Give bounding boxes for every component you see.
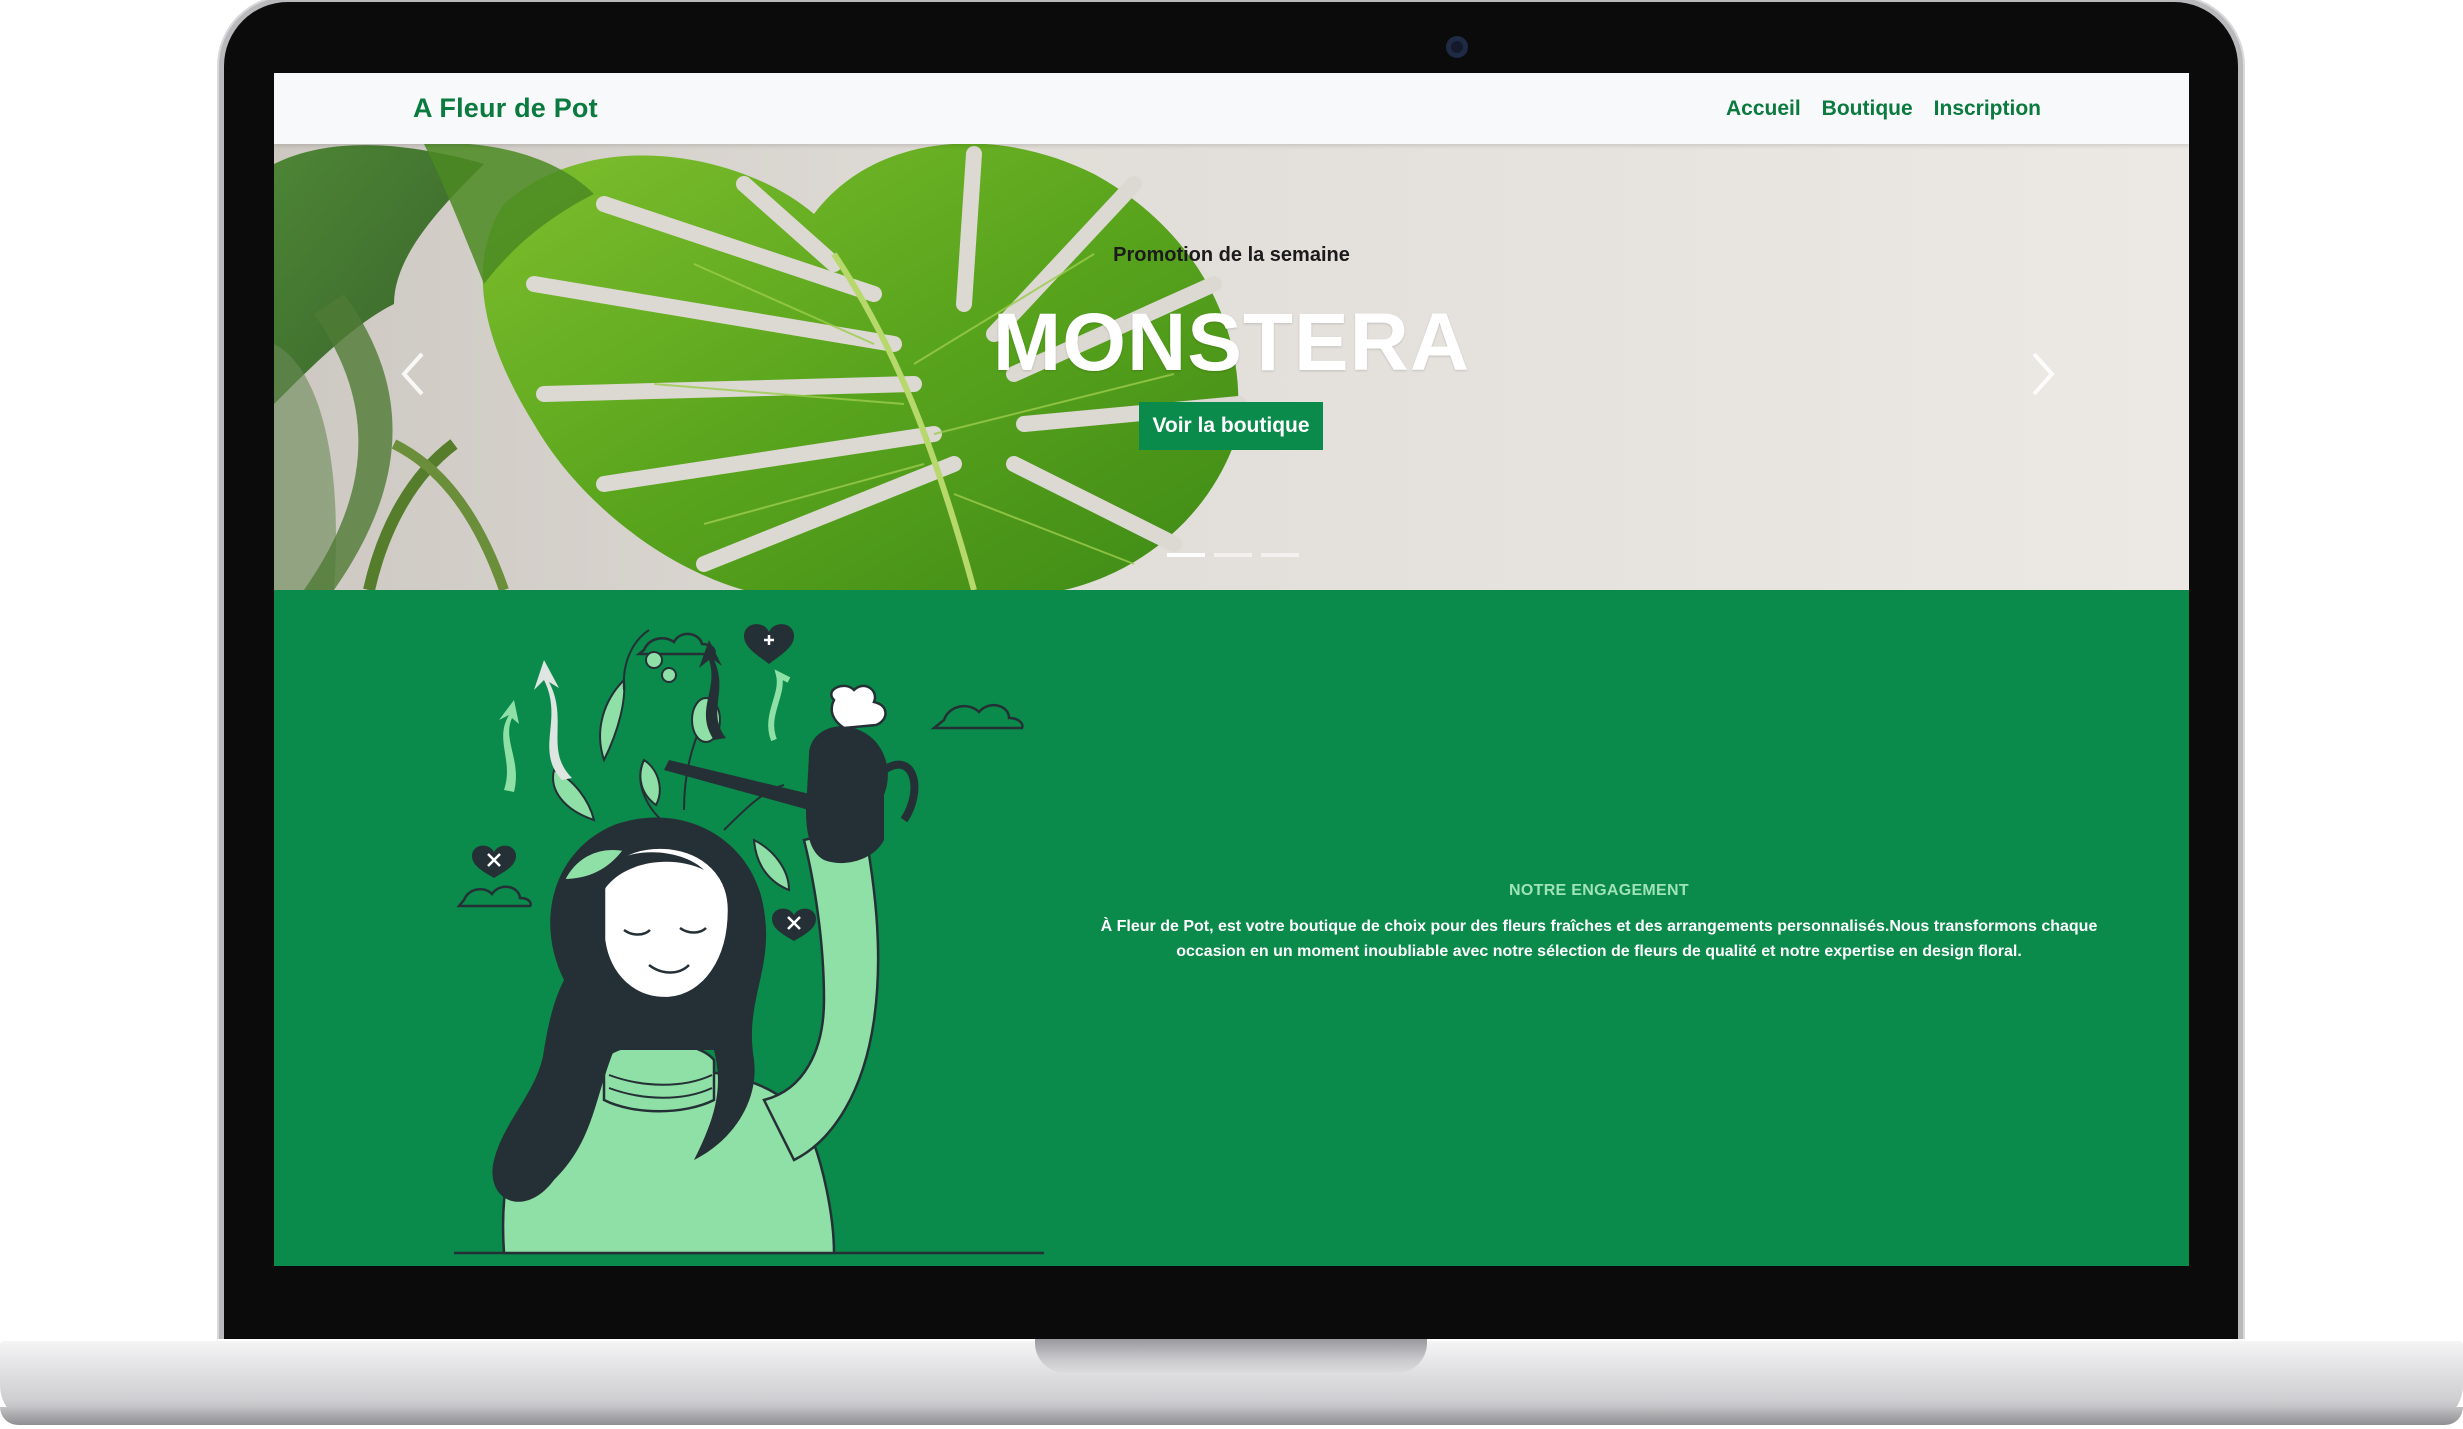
engagement-section: NOTRE ENGAGEMENT À Fleur de Pot, est vot… [274, 590, 2189, 1269]
carousel-indicators [1167, 553, 1299, 557]
nav-link-inscription[interactable]: Inscription [1934, 97, 2041, 121]
hero-title: MONSTERA [992, 297, 1471, 388]
webcam-icon [1446, 36, 1468, 58]
hero-subtitle: Promotion de la semaine [1113, 244, 1350, 266]
nav-links: Accueil Boutique Inscription [1726, 97, 2041, 121]
navbar: A Fleur de Pot Accueil Boutique Inscript… [274, 73, 2189, 144]
carousel-next-button[interactable] [2024, 344, 2064, 404]
brand-logo[interactable]: A Fleur de Pot [413, 93, 598, 124]
carousel-indicator-1[interactable] [1167, 553, 1205, 557]
nav-link-boutique[interactable]: Boutique [1822, 97, 1913, 121]
laptop-notch [1035, 1339, 1427, 1373]
hero-carousel: Promotion de la semaine MONSTERA Voir la… [274, 144, 2189, 590]
engagement-title: NOTRE ENGAGEMENT [1509, 882, 1689, 899]
woman-watering-plants-illustration [454, 624, 1044, 1255]
chevron-left-icon [401, 352, 424, 396]
engagement-body: À Fleur de Pot, est votre boutique de ch… [1100, 918, 2098, 960]
browser-viewport: A Fleur de Pot Accueil Boutique Inscript… [274, 73, 2189, 1269]
screen-bezel-bottom [274, 1266, 2189, 1269]
shop-button[interactable]: Voir la boutique [1139, 402, 1323, 450]
engagement-text: NOTRE ENGAGEMENT À Fleur de Pot, est vot… [1094, 882, 2104, 964]
carousel-prev-button[interactable] [392, 344, 432, 404]
carousel-caption: Promotion de la semaine MONSTERA Voir la… [274, 144, 2189, 590]
chevron-right-icon [2032, 352, 2055, 396]
nav-link-accueil[interactable]: Accueil [1726, 97, 1801, 121]
carousel-indicator-3[interactable] [1261, 553, 1299, 557]
carousel-indicator-2[interactable] [1214, 553, 1252, 557]
